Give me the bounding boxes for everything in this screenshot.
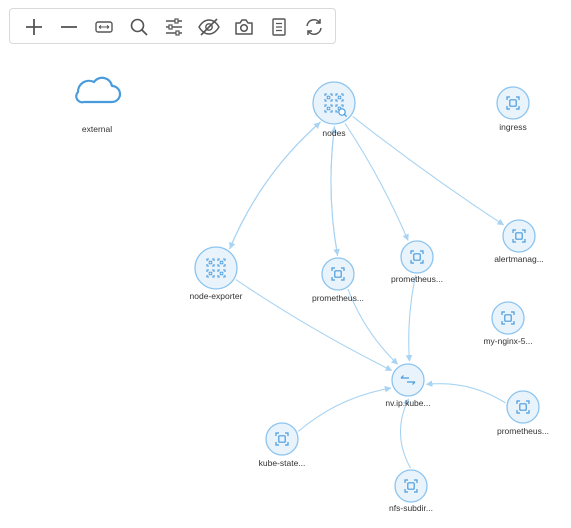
node-label: nv.ip.kube... <box>385 398 430 408</box>
node-node-exporter[interactable]: node-exporter <box>190 246 243 301</box>
topology-graph[interactable]: external nodes ingress alertmanag... node-ex… <box>0 0 571 528</box>
edge-layer <box>228 115 506 469</box>
node-circle <box>394 469 428 503</box>
node-label: prometheus... <box>312 293 364 303</box>
edge-prometheus-1-to-nodes <box>330 126 339 257</box>
node-external[interactable]: external <box>75 76 122 134</box>
node-label: prometheus... <box>391 274 443 284</box>
edge-nodes-to-node-exporter <box>229 121 321 250</box>
node-circle <box>400 240 434 274</box>
node-nfs-subdir[interactable]: nfs-subdir... <box>389 469 433 513</box>
node-layer: external nodes ingress alertmanag... node-ex… <box>75 76 549 513</box>
node-circle <box>194 246 238 290</box>
node-nv-ip-kube[interactable]: nv.ip.kube... <box>385 363 431 408</box>
edge-nodes-to-prometheus-2 <box>344 122 409 241</box>
node-label: ingress <box>499 122 526 132</box>
node-label: external <box>82 124 112 134</box>
node-alertmanager[interactable]: alertmanag... <box>494 219 544 264</box>
node-prometheus-2[interactable]: prometheus... <box>391 240 443 284</box>
node-kube-state[interactable]: kube-state... <box>259 422 306 468</box>
node-circle <box>496 86 530 120</box>
node-circle <box>502 219 536 253</box>
node-circle <box>506 390 540 424</box>
node-label: nodes <box>322 128 345 138</box>
edge-prometheus-3-to-nv-ip-kube <box>425 380 506 404</box>
edge-nodes-to-alertmanager <box>352 115 505 226</box>
node-prometheus-3[interactable]: prometheus... <box>497 390 549 436</box>
edge-kube-state-to-nv-ip-kube <box>297 385 392 432</box>
node-label: node-exporter <box>190 291 243 301</box>
node-label: prometheus... <box>497 426 549 436</box>
node-circle <box>391 363 425 397</box>
node-circle <box>321 257 355 291</box>
node-label: kube-state... <box>259 458 306 468</box>
edge-prometheus-2-to-nv-ip-kube <box>405 274 417 362</box>
node-circle <box>491 301 525 335</box>
node-circle <box>265 422 299 456</box>
edge-node-exporter-to-nodes <box>228 122 321 250</box>
node-prometheus-1[interactable]: prometheus... <box>312 257 364 303</box>
cloud-icon <box>75 76 122 104</box>
node-label: alertmanag... <box>494 254 544 264</box>
edge-nfs-subdir-to-nv-ip-kube <box>399 398 411 469</box>
node-circle <box>312 81 356 125</box>
node-label: nfs-subdir... <box>389 503 433 513</box>
node-ingress[interactable]: ingress <box>496 86 530 132</box>
node-label: my-nginx-5... <box>483 336 532 346</box>
node-my-nginx[interactable]: my-nginx-5... <box>483 301 533 346</box>
